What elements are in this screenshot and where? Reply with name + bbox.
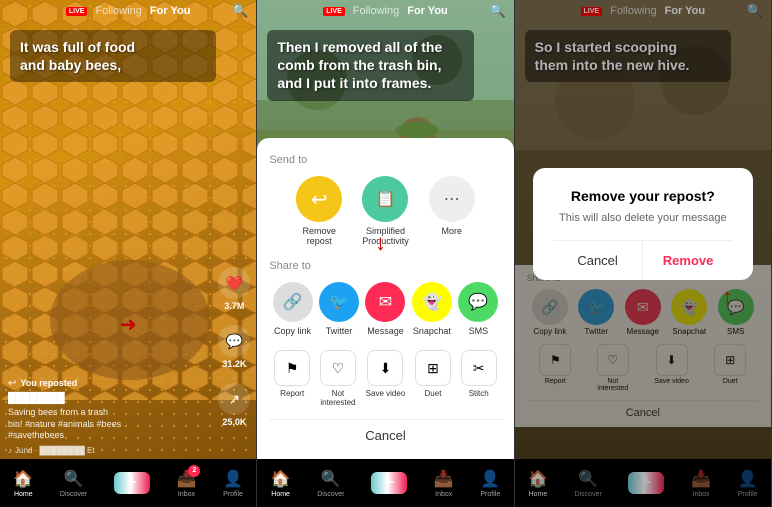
following-tab-1[interactable]: Following <box>95 5 141 17</box>
music-1: ♪Jund · ████████ Et <box>8 446 211 455</box>
nav-inbox-2[interactable]: 📥 Inbox <box>434 469 454 498</box>
live-badge-1: LIVE <box>66 7 88 16</box>
stitch-btn[interactable]: ✂ Stitch <box>461 350 497 407</box>
dialog-title: Remove your repost? <box>553 188 733 204</box>
panel-3: LIVE Following For You 🔍 So I started sc… <box>515 0 772 507</box>
like-btn-1[interactable]: ❤️ 3.7M <box>218 267 250 311</box>
nav-profile-2[interactable]: 👤 Profile <box>480 469 500 498</box>
cancel-share-btn[interactable]: Cancel <box>269 419 501 451</box>
bottom-info-1: ↩ You reposted ████████ Saving bees from… <box>8 378 211 455</box>
message-btn[interactable]: ✉ Message <box>365 282 405 336</box>
caption-text-2: Then I removed all of thecomb from the t… <box>277 38 463 93</box>
nav-discover-2[interactable]: 🔍 Discover <box>317 469 344 498</box>
nav-add-2[interactable]: + <box>371 472 407 494</box>
dialog-buttons: Cancel Remove <box>553 240 733 280</box>
top-nav-panel2: LIVE Following For You 🔍 <box>257 0 513 22</box>
nav-profile-1[interactable]: 👤 Profile <box>223 469 243 498</box>
share-btn-1[interactable]: ↗ 25.0K <box>218 383 250 427</box>
foryou-tab-1[interactable]: For You <box>150 5 191 17</box>
sms-btn[interactable]: 💬 SMS <box>458 282 498 336</box>
nav-add-1[interactable]: + <box>114 472 150 494</box>
username-1[interactable]: ████████ <box>8 393 211 404</box>
share-to-row: 🔗 Copy link 🐦 Twitter ✉ Message 👻 Snapch… <box>269 282 501 336</box>
remove-repost-dialog: Remove your repost? This will also delet… <box>533 168 753 280</box>
caption-text-1: It was full of foodand baby bees, <box>20 38 206 74</box>
live-badge-2: LIVE <box>323 7 345 16</box>
share-sheet-2: Send to ↩ Removerepost 📋 SimplifiedProdu… <box>257 138 513 459</box>
bottom-actions-row: ⚑ Report ♡ Notinterested ⬇ Save video ⊞ … <box>269 350 501 407</box>
bottom-nav-2: 🏠 Home 🔍 Discover + 📥 Inbox 👤 Profile <box>257 459 513 507</box>
panel-1: LIVE Following For You 🔍 It was full of … <box>0 0 257 507</box>
share-to-title: Share to <box>269 260 501 272</box>
twitter-btn[interactable]: 🐦 Twitter <box>319 282 359 336</box>
caption-panel1: It was full of foodand baby bees, <box>10 30 216 82</box>
desc-1: Saving bees from a trashbin! #nature #an… <box>8 407 211 442</box>
more-btn[interactable]: ⋯ More <box>429 176 475 246</box>
caption-panel2: Then I removed all of thecomb from the t… <box>267 30 473 101</box>
top-nav-panel1: LIVE Following For You 🔍 <box>0 0 256 22</box>
report-btn[interactable]: ⚑ Report <box>274 350 310 407</box>
send-to-title: Send to <box>269 154 501 166</box>
red-arrow-1: ➜ <box>120 312 137 337</box>
remove-repost-btn[interactable]: ↩ Removerepost <box>296 176 342 246</box>
dialog-overlay-3: Remove your repost? This will also delet… <box>515 0 771 507</box>
right-actions-1: ❤️ 3.7M 💬 31.2K ↗ 25.0K <box>218 267 250 427</box>
not-interested-btn[interactable]: ♡ Notinterested <box>320 350 356 407</box>
snapchat-btn[interactable]: 👻 Snapchat <box>412 282 452 336</box>
save-video-btn[interactable]: ⬇ Save video <box>366 350 406 407</box>
nav-inbox-1[interactable]: 📥 2 Inbox <box>176 469 196 498</box>
comment-btn-1[interactable]: 💬 31.2K <box>218 325 250 369</box>
repost-badge-1: ↩ You reposted <box>8 378 211 389</box>
dialog-remove-btn[interactable]: Remove <box>643 241 733 280</box>
duet-btn[interactable]: ⊞ Duet <box>415 350 451 407</box>
dialog-subtitle: This will also delete your message <box>553 212 733 224</box>
bottom-nav-1: 🏠 Home 🔍 Discover + 📥 2 Inbox 👤 Profile <box>0 459 256 507</box>
copy-link-btn[interactable]: 🔗 Copy link <box>273 282 313 336</box>
nav-home-1[interactable]: 🏠 Home <box>13 469 33 498</box>
panel-2: LIVE Following For You 🔍 Then I removed … <box>257 0 514 507</box>
dialog-cancel-btn[interactable]: Cancel <box>553 241 644 280</box>
red-arrow-2: ↑ <box>375 232 386 258</box>
nav-home-2[interactable]: 🏠 Home <box>271 469 291 498</box>
nav-discover-1[interactable]: 🔍 Discover <box>60 469 87 498</box>
red-arrow-3: ↑ <box>722 284 733 310</box>
following-tab-2[interactable]: Following <box>353 5 399 17</box>
search-icon-2[interactable]: 🔍 <box>489 3 505 19</box>
search-icon-1[interactable]: 🔍 <box>232 3 248 19</box>
foryou-tab-2[interactable]: For You <box>407 5 448 17</box>
